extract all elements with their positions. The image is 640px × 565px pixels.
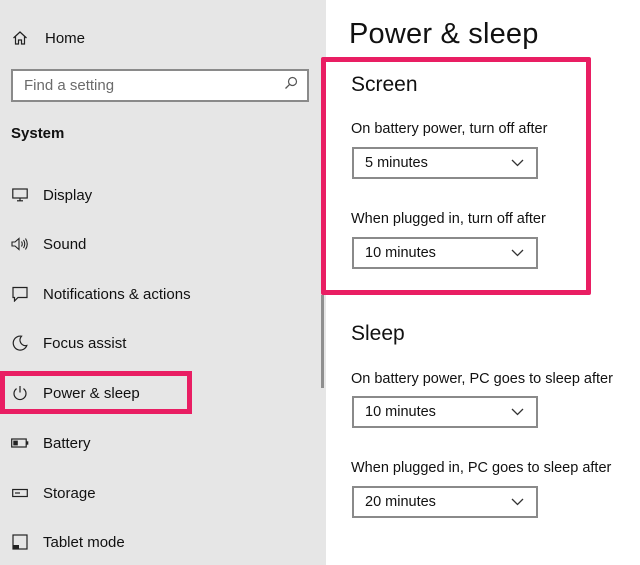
search-placeholder: Find a setting [24, 77, 115, 94]
storage-icon [8, 481, 32, 505]
sidebar-item-label: Notifications & actions [43, 285, 191, 303]
sleep-plugged-label: When plugged in, PC goes to sleep after [351, 460, 612, 476]
tablet-icon [8, 530, 32, 554]
sidebar-item-notifications[interactable]: Notifications & actions [8, 279, 308, 309]
sidebar-scrollbar[interactable] [321, 295, 324, 388]
sidebar-item-label: Focus assist [43, 334, 127, 352]
dropdown-value: 20 minutes [365, 494, 436, 510]
nav-home-label: Home [45, 29, 86, 47]
dropdown-value: 10 minutes [365, 404, 436, 420]
sidebar-item-focus-assist[interactable]: Focus assist [8, 328, 308, 358]
sidebar-item-display[interactable]: Display [8, 180, 308, 210]
highlight-box-screen [321, 57, 591, 295]
sleep-battery-dropdown[interactable]: 10 minutes [352, 396, 538, 428]
moon-icon [8, 331, 32, 355]
highlight-box-power-sleep [0, 371, 192, 414]
sidebar-item-sound[interactable]: Sound [8, 229, 308, 259]
search-icon[interactable] [284, 76, 298, 95]
sidebar-item-label: Sound [43, 235, 87, 253]
sidebar-item-tablet-mode[interactable]: Tablet mode [8, 527, 308, 557]
home-icon [8, 30, 32, 46]
chevron-down-icon [511, 403, 524, 421]
nav-home[interactable]: Home [8, 24, 308, 52]
sidebar-item-battery[interactable]: Battery [8, 428, 308, 458]
sleep-section-title: Sleep [351, 322, 405, 345]
notification-icon [8, 282, 32, 306]
battery-icon [8, 431, 32, 455]
monitor-icon [8, 183, 32, 207]
sidebar-item-label: Battery [43, 434, 91, 452]
sidebar-item-storage[interactable]: Storage [8, 478, 308, 508]
speaker-icon [8, 232, 32, 256]
sidebar-item-label: Display [43, 186, 93, 204]
sidebar-item-label: Tablet mode [43, 533, 125, 551]
sidebar-item-label: Storage [43, 484, 96, 502]
section-title-system: System [11, 125, 65, 142]
sleep-plugged-dropdown[interactable]: 20 minutes [352, 486, 538, 518]
sleep-battery-label: On battery power, PC goes to sleep after [351, 371, 613, 387]
settings-sidebar: Home Find a setting System Display Sound… [0, 0, 326, 565]
search-input[interactable]: Find a setting [11, 69, 309, 102]
chevron-down-icon [511, 493, 524, 511]
page-title: Power & sleep [349, 18, 539, 50]
